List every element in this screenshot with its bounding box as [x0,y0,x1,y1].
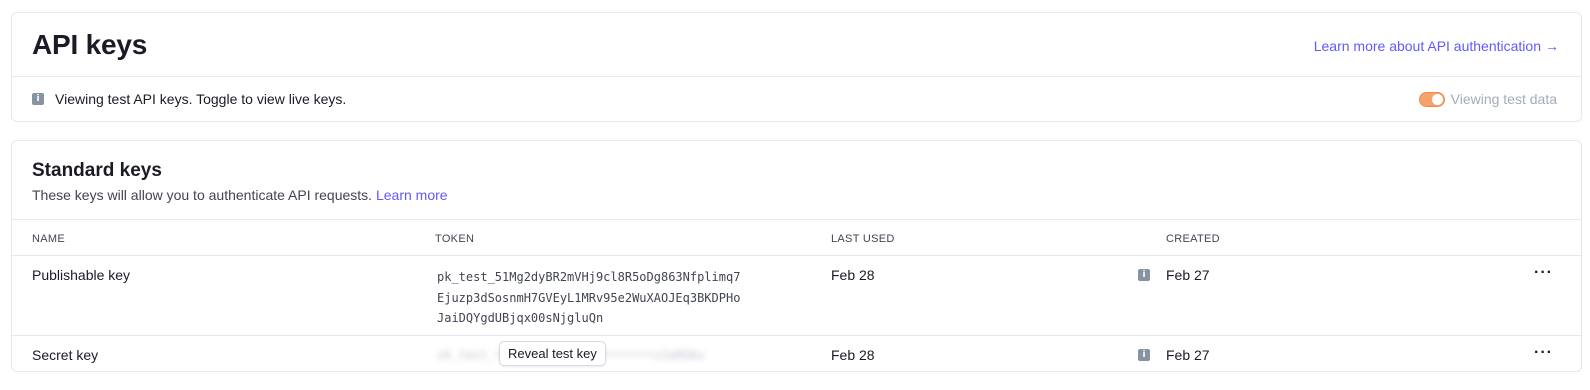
reveal-test-key-button[interactable]: Reveal test key [499,341,606,366]
test-data-toggle[interactable]: Viewing test data [1418,91,1557,107]
created-date: Feb 27 [1166,347,1210,363]
token-line: Ejuzp3dSosnmH7GVEyL1MRv95e2WuXAOJEq3BKDP… [437,290,741,305]
token-line: pk_test_51Mg2dyBR2mVHj9cl8R5oDg863Nfplim… [437,270,741,284]
column-header-last-used: LAST USED [831,233,895,245]
learn-more-api-auth-link[interactable]: Learn more about API authentication → [1314,38,1559,54]
standard-keys-card: Standard keys These keys will allow you … [11,140,1582,372]
key-name: Publishable key [32,267,131,283]
last-used-date: Feb 28 [831,267,875,283]
arrow-right-icon: → [1545,38,1559,54]
more-actions-button[interactable]: ··· [1534,264,1553,282]
column-header-created: CREATED [1166,233,1220,245]
more-actions-button[interactable]: ··· [1534,344,1553,362]
column-header-token: TOKEN [435,233,475,245]
table-header: NAME TOKEN LAST USED CREATED [12,220,1581,256]
section-description-text: These keys will allow you to authenticat… [32,187,373,203]
test-mode-notice: i Viewing test API keys. Toggle to view … [12,77,1581,122]
info-icon[interactable]: i [1138,269,1150,281]
column-header-name: NAME [32,233,65,245]
learn-more-link[interactable]: Learn more [376,187,448,203]
section-title: Standard keys [32,160,162,181]
last-used-date: Feb 28 [831,347,875,363]
section-description: These keys will allow you to authenticat… [32,187,448,203]
toggle-switch[interactable] [1418,91,1445,107]
table-row[interactable]: Secret key sk_test_•••••••••••••••••••••… [12,336,1581,372]
learn-more-api-auth-label: Learn more about API authentication [1313,38,1541,54]
table-row[interactable]: Publishable key pk_test_51Mg2dyBR2mVHj9c… [12,256,1581,336]
notice-text: Viewing test API keys. Toggle to view li… [55,91,347,107]
page-title: API keys [32,29,148,60]
api-keys-header-card: API keys Learn more about API authentica… [11,12,1582,122]
standard-keys-header: Standard keys These keys will allow you … [12,141,1581,220]
key-name: Secret key [32,347,99,363]
toggle-label: Viewing test data [1450,91,1557,107]
page-header: API keys Learn more about API authentica… [12,13,1581,77]
token-line: JaiDQYgdUBjqx00sNjgluQn [437,311,604,325]
publishable-key-token[interactable]: pk_test_51Mg2dyBR2mVHj9cl8R5oDg863Nfplim… [437,267,787,329]
info-icon[interactable]: i [1138,349,1150,361]
info-icon: i [32,93,44,105]
toggle-knob [1431,93,1443,105]
created-date: Feb 27 [1166,267,1210,283]
